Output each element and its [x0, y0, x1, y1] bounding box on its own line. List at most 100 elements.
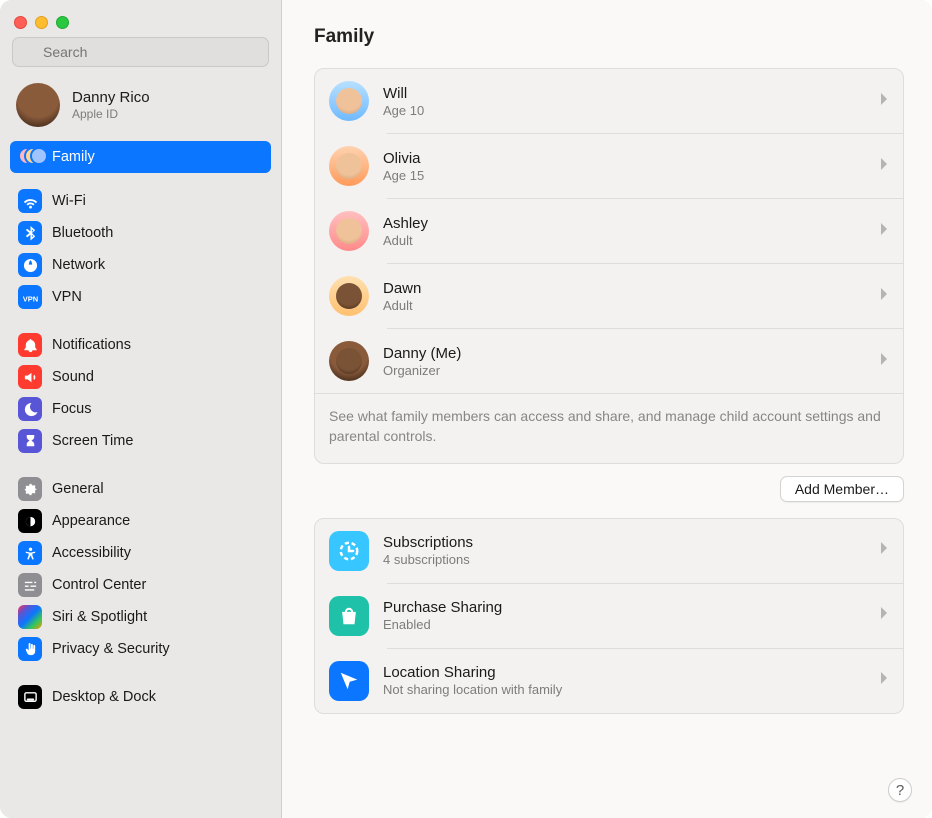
avatar [16, 83, 60, 127]
minimize-window[interactable] [35, 16, 48, 29]
zoom-window[interactable] [56, 16, 69, 29]
sidebar-item-focus[interactable]: Focus [10, 393, 271, 425]
profile-name: Danny Rico [72, 89, 150, 106]
sidebar-item-bluetooth[interactable]: Bluetooth [10, 217, 271, 249]
profile-sub: Apple ID [72, 107, 150, 121]
chevron-right-icon [879, 92, 889, 111]
appear-icon [18, 509, 42, 533]
subs-icon [329, 531, 369, 571]
service-row-purchase-sharing[interactable]: Purchase SharingEnabled [315, 584, 903, 648]
sidebar-item-desktop-dock[interactable]: Desktop & Dock [10, 681, 271, 713]
siri-icon [18, 605, 42, 629]
avatar [329, 81, 369, 121]
bell-icon [18, 333, 42, 357]
sidebar-item-general[interactable]: General [10, 473, 271, 505]
member-sub: Adult [383, 298, 865, 313]
service-sub: Not sharing location with family [383, 682, 865, 697]
sidebar-item-label: Family [52, 149, 95, 165]
member-name: Danny (Me) [383, 345, 865, 362]
sidebar-item-label: Bluetooth [52, 225, 113, 241]
sidebar-item-label: General [52, 481, 104, 497]
chevron-right-icon [879, 541, 889, 560]
sidebar-item-label: Wi-Fi [52, 193, 86, 209]
avatar [329, 211, 369, 251]
service-sub: 4 subscriptions [383, 552, 865, 567]
service-name: Purchase Sharing [383, 599, 865, 616]
member-name: Will [383, 85, 865, 102]
member-sub: Age 10 [383, 103, 865, 118]
sidebar-item-family[interactable]: Family [10, 141, 271, 173]
settings-window: Danny Rico Apple ID Family Wi-Fi Bluetoot… [0, 0, 932, 818]
sidebar: Danny Rico Apple ID Family Wi-Fi Bluetoot… [0, 0, 282, 818]
bag-icon [329, 596, 369, 636]
sidebar-item-screen-time[interactable]: Screen Time [10, 425, 271, 457]
sidebar-item-label: Desktop & Dock [52, 689, 156, 705]
sidebar-item-label: Notifications [52, 337, 131, 353]
chevron-right-icon [879, 157, 889, 176]
chevron-right-icon [879, 606, 889, 625]
chevron-right-icon [879, 671, 889, 690]
family-note: See what family members can access and s… [315, 394, 903, 463]
apple-id-profile[interactable]: Danny Rico Apple ID [0, 77, 281, 139]
chevron-right-icon [879, 222, 889, 241]
sidebar-item-label: Accessibility [52, 545, 131, 561]
sliders-icon [18, 573, 42, 597]
avatar [329, 276, 369, 316]
window-controls [0, 6, 281, 37]
family-services-card: Subscriptions4 subscriptionsPurchase Sha… [314, 518, 904, 714]
access-icon [18, 541, 42, 565]
family-member-row[interactable]: Danny (Me)Organizer [315, 329, 903, 393]
vpn-icon: VPN [18, 285, 42, 309]
close-window[interactable] [14, 16, 27, 29]
sidebar-item-label: Privacy & Security [52, 641, 170, 657]
page-title: Family [314, 26, 904, 48]
sidebar-item-label: Control Center [52, 577, 146, 593]
chevron-right-icon [879, 287, 889, 306]
family-icon [18, 145, 42, 169]
service-name: Location Sharing [383, 664, 865, 681]
wifi-icon [18, 189, 42, 213]
sidebar-item-notifications[interactable]: Notifications [10, 329, 271, 361]
service-row-subscriptions[interactable]: Subscriptions4 subscriptions [315, 519, 903, 583]
help-button[interactable]: ? [888, 778, 912, 802]
sidebar-item-label: Siri & Spotlight [52, 609, 147, 625]
sidebar-item-label: Appearance [52, 513, 130, 529]
hourglass-icon [18, 429, 42, 453]
avatar [329, 341, 369, 381]
avatar [329, 146, 369, 186]
main-content: Family WillAge 10OliviaAge 15AshleyAdult… [282, 0, 932, 818]
bluetooth-icon [18, 221, 42, 245]
sidebar-item-wi-fi[interactable]: Wi-Fi [10, 185, 271, 217]
member-sub: Age 15 [383, 168, 865, 183]
sidebar-item-vpn[interactable]: VPNVPN [10, 281, 271, 313]
dock-icon [18, 685, 42, 709]
service-row-location-sharing[interactable]: Location SharingNot sharing location wit… [315, 649, 903, 713]
service-name: Subscriptions [383, 534, 865, 551]
sidebar-item-siri-spotlight[interactable]: Siri & Spotlight [10, 601, 271, 633]
member-sub: Organizer [383, 363, 865, 378]
search-input[interactable] [12, 37, 269, 67]
member-name: Olivia [383, 150, 865, 167]
sidebar-item-label: Focus [52, 401, 92, 417]
chevron-right-icon [879, 352, 889, 371]
member-sub: Adult [383, 233, 865, 248]
family-member-row[interactable]: DawnAdult [315, 264, 903, 328]
sidebar-item-accessibility[interactable]: Accessibility [10, 537, 271, 569]
family-member-row[interactable]: WillAge 10 [315, 69, 903, 133]
family-members-card: WillAge 10OliviaAge 15AshleyAdultDawnAdu… [314, 68, 904, 464]
sidebar-item-appearance[interactable]: Appearance [10, 505, 271, 537]
family-member-row[interactable]: AshleyAdult [315, 199, 903, 263]
globe-icon [18, 253, 42, 277]
sidebar-item-network[interactable]: Network [10, 249, 271, 281]
gear-icon [18, 477, 42, 501]
sound-icon [18, 365, 42, 389]
moon-icon [18, 397, 42, 421]
family-member-row[interactable]: OliviaAge 15 [315, 134, 903, 198]
add-member-button[interactable]: Add Member… [780, 476, 904, 502]
member-name: Ashley [383, 215, 865, 232]
member-name: Dawn [383, 280, 865, 297]
sidebar-item-privacy-security[interactable]: Privacy & Security [10, 633, 271, 665]
sidebar-item-sound[interactable]: Sound [10, 361, 271, 393]
hand-icon [18, 637, 42, 661]
sidebar-item-control-center[interactable]: Control Center [10, 569, 271, 601]
